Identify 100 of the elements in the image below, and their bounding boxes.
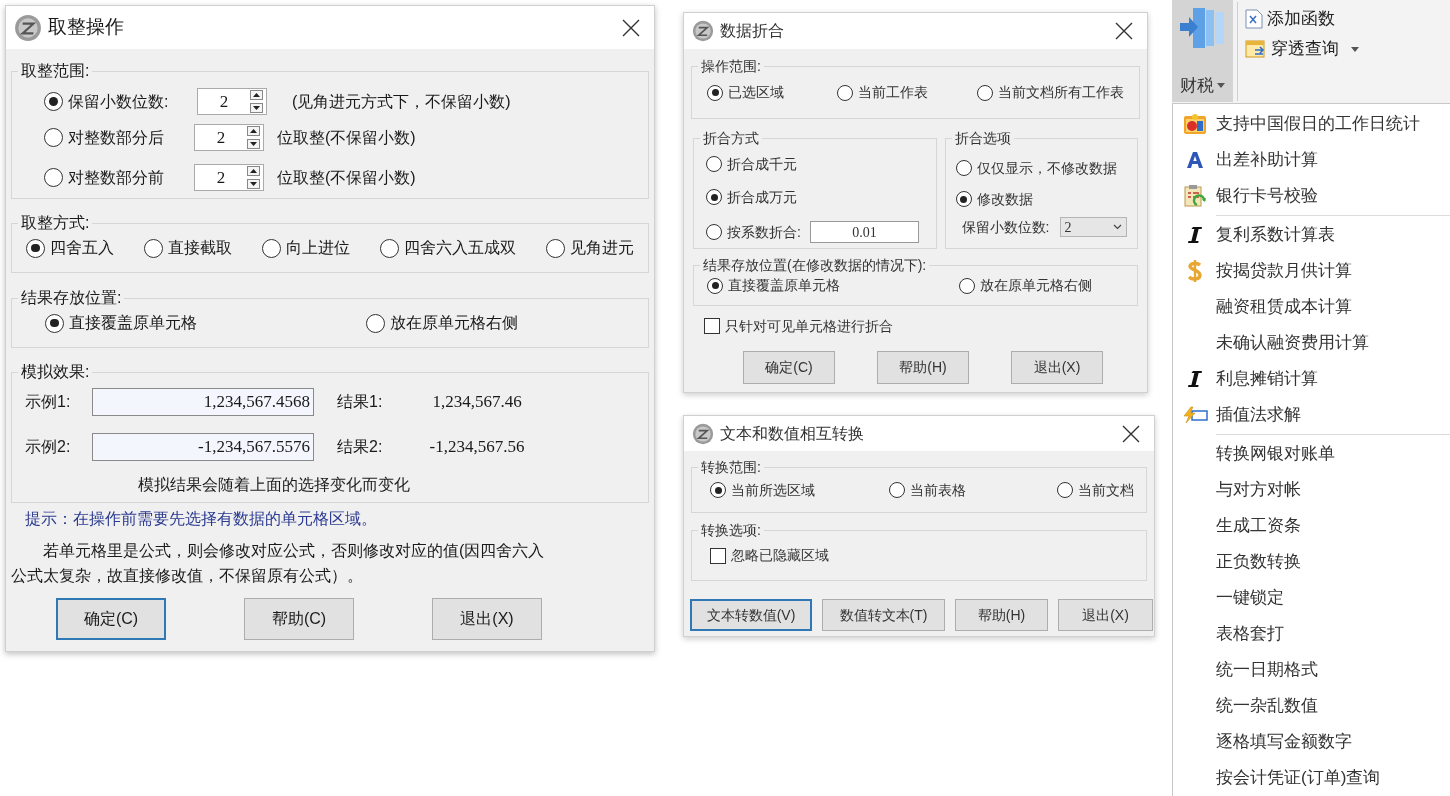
spin-down-icon[interactable]: [247, 139, 260, 149]
ribbon-button[interactable]: 财税: [1172, 0, 1233, 102]
spin-up-icon[interactable]: [247, 126, 260, 136]
dialog-button[interactable]: 帮助(C): [244, 598, 354, 640]
ribbon-button[interactable]: 添加函数: [1245, 4, 1359, 34]
radio-button[interactable]: 对整数部分后: [44, 125, 194, 150]
result-label: 结果2:: [337, 437, 384, 457]
menu-item[interactable]: 表格套打: [1173, 616, 1450, 652]
radio-button[interactable]: 当前工作表: [837, 82, 977, 103]
ribbon-button[interactable]: 穿透查询: [1245, 34, 1359, 64]
menu-item[interactable]: 利息摊销计算: [1173, 361, 1450, 397]
menu-item[interactable]: 转换网银对账单: [1173, 436, 1450, 472]
menu-item[interactable]: 出差补助计算: [1173, 142, 1450, 178]
app-icon: [692, 20, 714, 42]
field-label: 保留小数位数:: [961, 217, 1051, 237]
radio-button[interactable]: 放在原单元格右侧: [959, 275, 1092, 296]
menu-item[interactable]: 正负数转换: [1173, 544, 1450, 580]
menu-item[interactable]: 按会计凭证(订单)查询: [1173, 760, 1450, 796]
close-icon[interactable]: [1122, 424, 1140, 443]
radio-button[interactable]: 直接覆盖原单元格: [707, 275, 959, 296]
input-field[interactable]: 0.01: [810, 221, 919, 243]
dialog-button[interactable]: 帮助(H): [955, 599, 1048, 631]
spin-up-icon[interactable]: [250, 90, 263, 100]
font-icon: [1185, 150, 1204, 170]
radio-button[interactable]: 当前文档: [1057, 479, 1134, 501]
italic-icon: [1186, 370, 1203, 388]
menu-item[interactable]: 未确认融资费用计算: [1173, 325, 1450, 361]
dialog-button[interactable]: 确定(C): [743, 351, 835, 384]
dialog-button[interactable]: 文本转数值(V): [690, 599, 812, 631]
dialog-button[interactable]: 确定(C): [56, 598, 166, 640]
result-value: 1,234,567.46: [431, 391, 523, 414]
menu-item[interactable]: 按揭贷款月供计算: [1173, 253, 1450, 289]
menu-item[interactable]: 一键锁定: [1173, 580, 1450, 616]
preview-caption: 模拟结果会随着上面的选择变化而变化: [137, 475, 410, 495]
radio-button[interactable]: 放在原单元格右侧: [366, 311, 518, 335]
radio-button[interactable]: 仅仅显示，不修改数据: [955, 157, 1117, 179]
chevron-down-icon: [1112, 224, 1122, 230]
input-field[interactable]: -1,234,567.5576: [92, 433, 314, 461]
dialog-button[interactable]: 帮助(H): [877, 351, 969, 384]
dialog-button[interactable]: 数值转文本(T): [822, 599, 945, 631]
radio-button[interactable]: 折合成千元: [706, 153, 797, 175]
radio-button[interactable]: 直接截取: [144, 236, 232, 260]
menu-item[interactable]: 银行卡号校验: [1173, 178, 1450, 214]
dialog-button[interactable]: 退出(X): [432, 598, 542, 640]
close-icon[interactable]: [622, 18, 640, 37]
radio-button[interactable]: 四舍五入: [26, 236, 114, 260]
close-icon[interactable]: [1115, 22, 1133, 40]
menu-item[interactable]: 统一杂乱数值: [1173, 688, 1450, 724]
hint-text: 提示：在操作前需要先选择有数据的单元格区域。: [25, 509, 377, 529]
dialog-button[interactable]: 退出(X): [1058, 599, 1153, 631]
window-title: 取整操作: [48, 15, 124, 40]
menu-item[interactable]: 支持中国假日的工作日统计: [1173, 106, 1450, 142]
group-label: 结果存放位置:: [18, 287, 125, 309]
result-value: -1,234,567.56: [428, 436, 526, 459]
calendar-icon: [1182, 113, 1207, 135]
spin-down-icon[interactable]: [250, 103, 263, 113]
radio-button[interactable]: 四舍六入五成双: [380, 236, 516, 260]
dropdown-field[interactable]: 2: [1059, 217, 1127, 237]
menu-item[interactable]: 复利系数计算表: [1173, 217, 1450, 253]
menu-item[interactable]: 与对方对帐: [1173, 472, 1450, 508]
menu-item[interactable]: 逐格填写金额数字: [1173, 724, 1450, 760]
radio-button[interactable]: 向上进位: [262, 236, 350, 260]
window-title: 数据折合: [720, 21, 784, 41]
number-spinner[interactable]: 2: [197, 88, 267, 115]
checkbox[interactable]: 忽略已隐藏区域: [710, 545, 829, 566]
spin-up-icon[interactable]: [247, 166, 260, 176]
radio-button[interactable]: 对整数部分前: [44, 165, 194, 190]
result-label: 结果1:: [337, 392, 384, 412]
menu-item[interactable]: 融资租赁成本计算: [1173, 289, 1450, 325]
menu-item[interactable]: 生成工资条: [1173, 508, 1450, 544]
radio-button[interactable]: 当前文档所有工作表: [977, 82, 1124, 103]
clipboard-icon: [1183, 184, 1206, 208]
radio-button[interactable]: 折合成万元: [706, 186, 797, 208]
door-arrow-icon: [1178, 6, 1227, 50]
option-note: 位取整(不保留小数): [277, 167, 416, 188]
group-label: 模拟效果:: [18, 361, 93, 383]
radio-button[interactable]: 见角进元: [546, 236, 634, 260]
number-spinner[interactable]: 2: [194, 164, 264, 191]
menu-item[interactable]: 统一日期格式: [1173, 652, 1450, 688]
menu-item[interactable]: 插值法求解: [1173, 397, 1450, 433]
radio-button[interactable]: 按系数折合:: [706, 221, 810, 243]
ribbon-label: 财税: [1180, 74, 1214, 97]
radio-button[interactable]: 已选区域: [707, 82, 837, 103]
radio-button[interactable]: 修改数据: [955, 188, 1033, 210]
spin-down-icon[interactable]: [247, 179, 260, 189]
dialog-button[interactable]: 退出(X): [1011, 351, 1103, 384]
number-spinner[interactable]: 2: [194, 124, 264, 151]
dollar-icon: [1186, 259, 1203, 283]
window-title: 文本和数值相互转换: [720, 423, 864, 444]
option-note: (见角进元方式下，不保留小数): [292, 91, 511, 112]
radio-button[interactable]: 直接覆盖原单元格: [45, 311, 366, 335]
input-field[interactable]: 1,234,567.4568: [92, 388, 314, 416]
radio-button[interactable]: 保留小数位数:: [44, 89, 197, 114]
radio-button[interactable]: 当前表格: [889, 479, 1057, 501]
field-label: 示例1:: [25, 392, 72, 412]
app-icon: [14, 13, 42, 42]
radio-button[interactable]: 当前所选区域: [710, 479, 889, 501]
checkbox[interactable]: 只针对可见单元格进行折合: [704, 315, 893, 337]
lightning-icon: [1181, 406, 1208, 424]
group-label: 取整范围:: [18, 60, 93, 82]
